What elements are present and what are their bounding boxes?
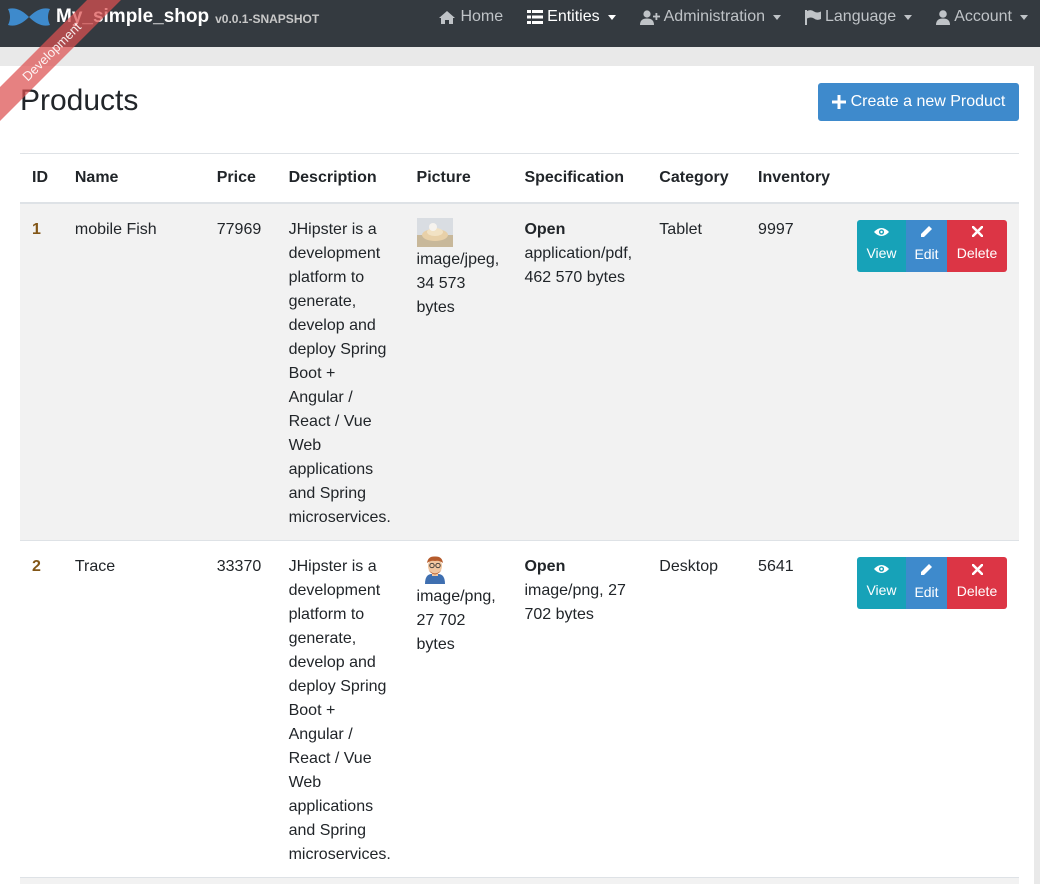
- delete-button[interactable]: Delete: [947, 557, 1007, 609]
- main-card: Products Create a new Product ID Name Pr…: [0, 66, 1034, 884]
- product-price: 33370: [204, 540, 277, 878]
- top-navbar: My_simple_shop v0.0.1-SNAPSHOT Home Enti…: [0, 0, 1040, 47]
- spec-info: application/pdf, 462 570 bytes: [524, 244, 633, 286]
- nav-account[interactable]: Account: [924, 0, 1040, 34]
- page-title: Products: [20, 84, 139, 117]
- plus-icon: [831, 95, 846, 109]
- nav-entities-label: Entities: [547, 8, 600, 25]
- nav-administration-label: Administration: [663, 8, 765, 25]
- row-actions: View Edit Delete: [857, 555, 1007, 609]
- product-inventory: 9997: [746, 202, 845, 541]
- eye-icon: [874, 227, 889, 236]
- chevron-down-icon: [773, 14, 781, 20]
- products-table: ID Name Price Description Picture Specif…: [20, 153, 1019, 884]
- header-category[interactable]: Category: [647, 153, 747, 204]
- table-row: [20, 877, 1019, 884]
- product-inventory: 5641: [746, 540, 845, 878]
- picture-info: image/png, 27 702 bytes: [416, 588, 496, 653]
- create-product-button[interactable]: Create a new Product: [818, 83, 1019, 121]
- product-category: Desktop: [647, 540, 747, 878]
- product-description: JHipster is a development platform to ge…: [276, 540, 405, 878]
- header-actions: [845, 153, 1019, 204]
- nav-administration[interactable]: Administration: [628, 0, 793, 34]
- delete-label: Delete: [956, 245, 998, 261]
- chevron-down-icon: [904, 14, 913, 20]
- product-category: Tablet: [647, 202, 747, 541]
- brand-version: v0.0.1-SNAPSHOT: [215, 11, 320, 26]
- view-label: View: [866, 244, 897, 261]
- product-description: JHipster is a development platform to ge…: [276, 202, 405, 541]
- brand-name: My_simple_shop: [56, 6, 210, 27]
- brand-link[interactable]: My_simple_shop v0.0.1-SNAPSHOT: [6, 0, 319, 34]
- pencil-icon: [921, 226, 932, 237]
- view-label: View: [866, 582, 897, 598]
- view-button[interactable]: View: [857, 557, 906, 609]
- table-header-row: ID Name Price Description Picture Specif…: [20, 153, 1019, 204]
- row-actions: View Edit Delete: [857, 218, 1007, 272]
- header-id[interactable]: ID: [20, 153, 63, 204]
- chevron-down-icon: [1020, 14, 1028, 20]
- pencil-icon: [921, 563, 932, 575]
- spec-info: image/png, 27 702 bytes: [524, 582, 626, 623]
- nav-menu: Home Entities Administration Language Ac…: [426, 0, 1040, 34]
- close-icon: [971, 563, 983, 575]
- logo-icon: [8, 8, 50, 26]
- home-icon: [439, 10, 456, 24]
- products-table-wrap: ID Name Price Description Picture Specif…: [20, 153, 1019, 884]
- user-icon: [936, 9, 951, 25]
- close-icon: [971, 226, 983, 237]
- header-price[interactable]: Price: [204, 153, 277, 204]
- nav-home-label: Home: [460, 8, 504, 25]
- header-name[interactable]: Name: [62, 153, 205, 204]
- product-id-link[interactable]: 1: [32, 221, 41, 238]
- nav-language-label: Language: [825, 8, 897, 25]
- spec-open-link[interactable]: Open: [524, 555, 635, 579]
- nav-entities[interactable]: Entities: [515, 0, 627, 34]
- product-picture-thumbnail[interactable]: [416, 555, 453, 584]
- header-inventory[interactable]: Inventory: [746, 153, 845, 204]
- header-picture[interactable]: Picture: [404, 153, 513, 204]
- picture-info: image/jpeg, 34 573 bytes: [416, 250, 500, 316]
- table-row: 1 mobile Fish 77969 JHipster is a develo…: [20, 202, 1019, 541]
- delete-label: Delete: [956, 582, 998, 599]
- edit-label: Edit: [914, 583, 939, 600]
- flag-icon: [805, 9, 821, 25]
- product-price: 77969: [204, 202, 277, 541]
- product-picture-thumbnail[interactable]: [416, 217, 453, 247]
- delete-button[interactable]: Delete: [947, 219, 1007, 272]
- spec-open-link[interactable]: Open: [524, 218, 635, 242]
- edit-button[interactable]: Edit: [906, 219, 947, 272]
- create-product-label: Create a new Product: [850, 93, 1006, 110]
- header-description[interactable]: Description: [276, 153, 405, 204]
- nav-account-label: Account: [954, 8, 1012, 25]
- product-name: mobile Fish: [62, 202, 205, 541]
- nav-language[interactable]: Language: [793, 0, 924, 34]
- edit-button[interactable]: Edit: [906, 557, 947, 609]
- header-specification[interactable]: Specification: [512, 153, 648, 204]
- product-name: Trace: [62, 540, 205, 878]
- table-row: 2 Trace 33370 JHipster is a development …: [20, 540, 1019, 878]
- user-plus-icon: [639, 9, 660, 25]
- view-button[interactable]: View: [857, 219, 906, 272]
- eye-icon: [874, 565, 889, 573]
- product-id-link[interactable]: 2: [32, 558, 41, 575]
- chevron-down-icon: [607, 14, 616, 20]
- list-icon: [527, 10, 544, 24]
- edit-label: Edit: [914, 246, 939, 262]
- nav-home[interactable]: Home: [426, 0, 515, 34]
